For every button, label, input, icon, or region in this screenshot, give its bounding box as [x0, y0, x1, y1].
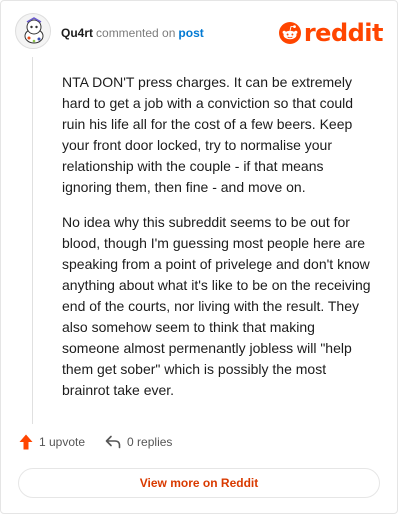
thread-line [32, 57, 33, 424]
comment-body: NTA DON'T press charges. It can be extre… [62, 72, 375, 415]
comment-meta: Qu4rt commented on post [61, 26, 204, 40]
comment-paragraph: No idea why this subreddit seems to be o… [62, 214, 371, 398]
upvote-count: 1 upvote [39, 435, 86, 449]
upvote-arrow-icon [19, 434, 33, 450]
upvote-button[interactable]: 1 upvote [19, 434, 85, 450]
reply-arrow-icon [105, 435, 121, 449]
commented-on-text: commented on [96, 26, 176, 40]
username[interactable]: Qu4rt [61, 26, 93, 40]
replies-count: 0 replies [127, 435, 173, 449]
view-more-on-reddit-button[interactable]: View more on Reddit [18, 468, 380, 498]
reddit-logo[interactable]: reddit [278, 19, 384, 47]
user-avatar[interactable] [15, 13, 51, 49]
comment-actions: 1 upvote 0 replies [19, 434, 192, 450]
reddit-wordmark: reddit [303, 19, 384, 47]
comment-embed-card: Qu4rt commented on post reddit NTA DON'T p… [0, 0, 398, 514]
post-link[interactable]: post [178, 26, 203, 40]
comment-paragraph: NTA DON'T press charges. It can be extre… [62, 74, 354, 195]
reddit-snoo-icon [278, 22, 301, 44]
comment-header: Qu4rt commented on post reddit [15, 13, 384, 53]
avatar-snoo-icon [17, 15, 50, 48]
replies-button[interactable]: 0 replies [105, 435, 172, 449]
